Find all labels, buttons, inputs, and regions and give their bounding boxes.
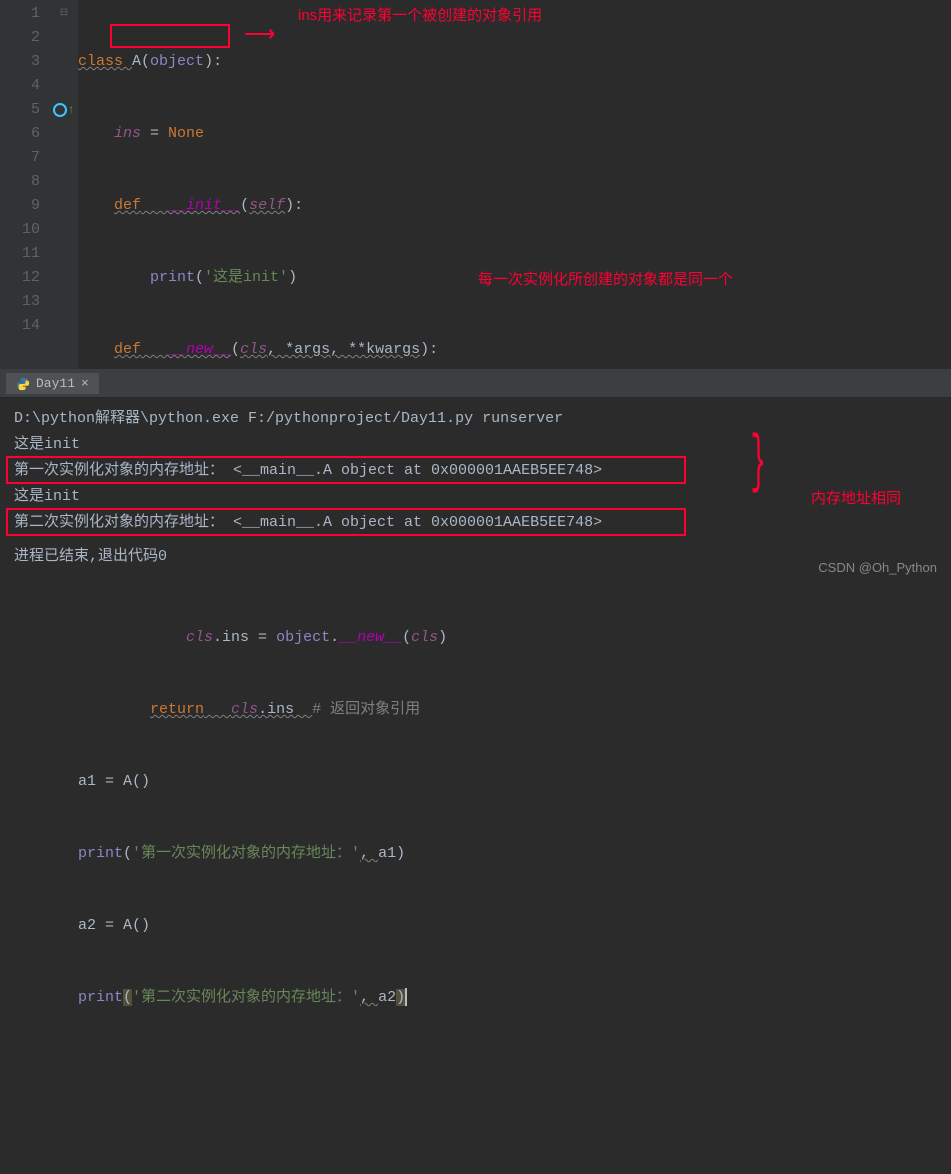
annotation-box-out2 <box>6 508 686 536</box>
gutter-icons: ⊟ ↑ <box>50 0 78 369</box>
code-area[interactable]: class A(object): ins = None def __init__… <box>78 0 951 369</box>
console-output[interactable]: D:\python解释器\python.exe F:/pythonproject… <box>0 398 951 587</box>
arrow-up-icon: ↑ <box>67 98 74 122</box>
console-cmd: D:\python解释器\python.exe F:/pythonproject… <box>14 406 937 432</box>
caret <box>405 988 407 1006</box>
watermark: CSDN @Oh_Python <box>818 555 937 581</box>
annotation-text-2: 每一次实例化所创建的对象都是同一个 <box>478 268 733 292</box>
code-editor[interactable]: 1 2 3 4 5 6 7 8 9 10 11 12 13 14 ⊟ ↑ cla… <box>0 0 951 370</box>
annotation-box-out1 <box>6 456 686 484</box>
tab-label: Day11 <box>36 376 75 391</box>
annotation-text-3: 内存地址相同 <box>811 486 901 512</box>
annotation-box-ins <box>110 24 230 48</box>
arrow-icon: ⟶ <box>244 24 276 48</box>
console-line: 这是init <box>14 484 937 510</box>
console-line: 这是init <box>14 432 937 458</box>
annotation-text-1: ins用来记录第一个被创建的对象引用 <box>298 4 542 28</box>
console-exit: 进程已结束,退出代码0 <box>14 544 937 570</box>
line-gutter: 1 2 3 4 5 6 7 8 9 10 11 12 13 14 <box>0 0 50 369</box>
brace-icon: } <box>750 450 765 476</box>
python-icon <box>16 377 30 391</box>
override-icon[interactable] <box>53 103 67 117</box>
